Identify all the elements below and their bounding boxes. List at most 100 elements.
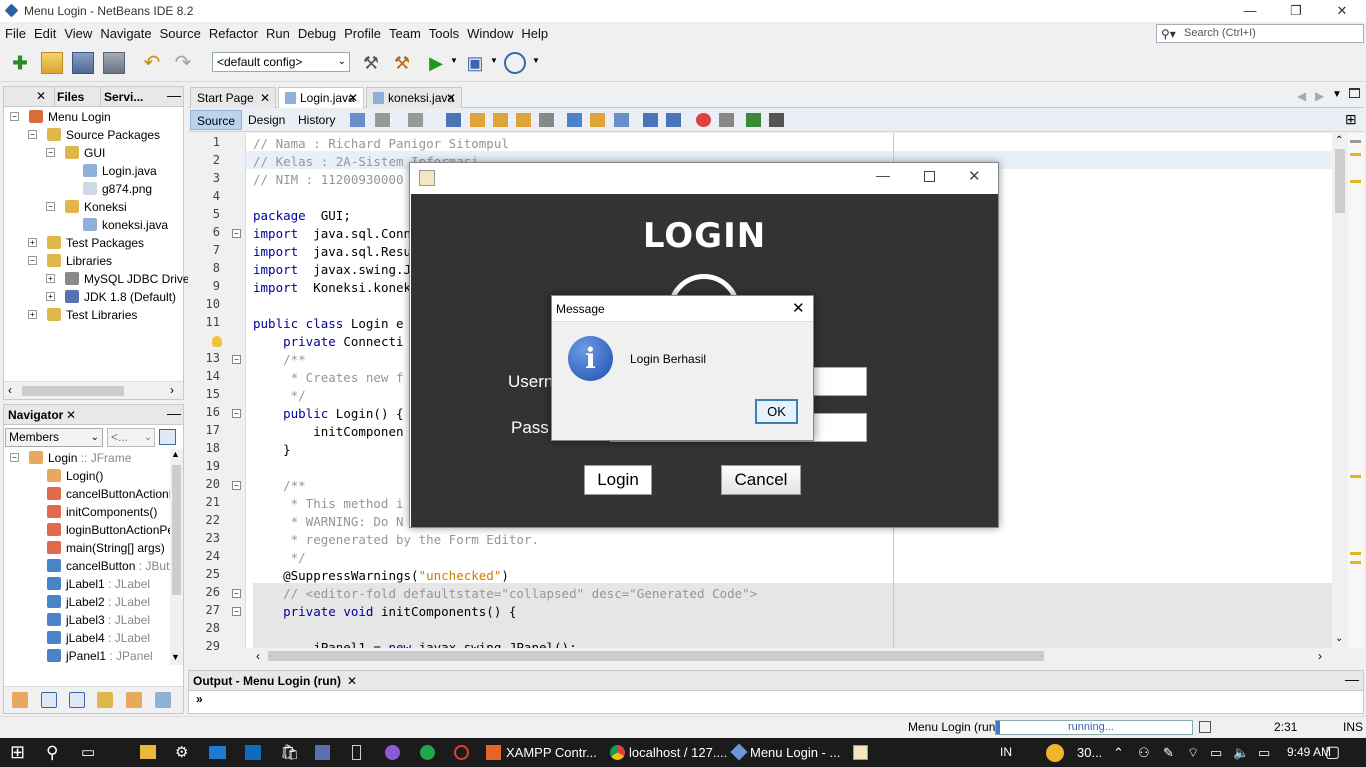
last-edit-icon[interactable] xyxy=(350,113,365,127)
editor-vscrollbar[interactable]: ⌃ ⌄ xyxy=(1332,133,1348,648)
close-output-icon[interactable]: ✕ xyxy=(347,674,357,688)
new-project-icon[interactable] xyxy=(41,52,63,74)
debug-icon[interactable]: ▣ xyxy=(464,52,486,74)
design-view-button[interactable]: Design xyxy=(242,110,291,130)
tab-services[interactable]: Servi... xyxy=(100,87,143,107)
tree-item[interactable]: − Libraries xyxy=(8,252,183,270)
collapse-icon[interactable]: − xyxy=(232,589,241,598)
search-icon[interactable]: ⚲ xyxy=(46,738,58,767)
tree-item[interactable]: Login.java xyxy=(8,162,183,180)
scroll-up-icon[interactable]: ⌃ xyxy=(1335,135,1343,146)
tree-item[interactable]: jLabel2 : JLabel xyxy=(8,593,172,611)
tree-item[interactable]: loginButtonActionPer xyxy=(8,521,172,539)
expand-icon[interactable]: + xyxy=(46,274,55,283)
maximize-editor-icon[interactable] xyxy=(1349,88,1360,98)
navigator-title[interactable]: Navigator xyxy=(8,405,63,425)
chrome-icon[interactable] xyxy=(610,745,625,760)
tree-item[interactable]: + Test Packages xyxy=(8,234,183,252)
tab-login-java[interactable]: Login.java ✕ xyxy=(278,87,364,108)
warning-mark[interactable] xyxy=(1350,475,1361,478)
phone-app-icon[interactable] xyxy=(352,745,361,760)
expand-icon[interactable]: + xyxy=(28,310,37,319)
hint-bulb-icon[interactable] xyxy=(212,336,222,347)
menu-file[interactable]: File xyxy=(1,22,30,46)
tree-item[interactable]: g874.png xyxy=(8,180,183,198)
scroll-tabs-left-icon[interactable]: ◀ xyxy=(1297,89,1306,103)
scroll-right-icon[interactable]: › xyxy=(170,383,174,397)
java-taskbar-icon[interactable] xyxy=(853,745,868,760)
run-icon[interactable]: ▶ xyxy=(425,52,447,74)
stop-macro-icon[interactable] xyxy=(719,113,734,127)
store-icon[interactable]: 🛍 xyxy=(280,738,299,767)
navigator-vscrollbar[interactable]: ▲ ▼ xyxy=(170,449,183,665)
back-icon[interactable] xyxy=(375,113,390,127)
previous-bookmark-icon[interactable] xyxy=(567,113,582,127)
menu-view[interactable]: View xyxy=(60,22,96,46)
menu-debug[interactable]: Debug xyxy=(294,22,340,46)
shift-left-icon[interactable] xyxy=(643,113,658,127)
debug-dropdown-icon[interactable]: ▼ xyxy=(490,56,498,65)
tree-item[interactable]: + Test Libraries xyxy=(8,306,183,324)
menu-navigate[interactable]: Navigate xyxy=(96,22,155,46)
open-project-icon[interactable] xyxy=(72,52,94,74)
menu-source[interactable]: Source xyxy=(156,22,205,46)
app-icon[interactable] xyxy=(385,745,400,760)
new-file-icon[interactable]: ✚ xyxy=(9,52,31,74)
redo-icon[interactable]: ↷ xyxy=(172,52,194,74)
menu-team[interactable]: Team xyxy=(385,22,425,46)
menu-run[interactable]: Run xyxy=(262,22,294,46)
inherited-members-icon[interactable] xyxy=(12,692,28,708)
weather-text[interactable]: 30... xyxy=(1077,738,1102,767)
tab-files[interactable]: Files xyxy=(54,87,84,107)
history-view-button[interactable]: History xyxy=(292,110,341,130)
tree-item[interactable]: jLabel4 : JLabel xyxy=(8,629,172,647)
warning-mark[interactable] xyxy=(1350,180,1361,183)
minimize-button[interactable]: — xyxy=(1227,0,1273,22)
output-tab[interactable]: Output - Menu Login (run) xyxy=(193,671,341,691)
find-next-icon[interactable] xyxy=(493,113,508,127)
profile-icon[interactable] xyxy=(504,52,526,74)
tree-item[interactable]: jLabel1 : JLabel xyxy=(8,575,172,593)
menu-tools[interactable]: Tools xyxy=(425,22,463,46)
config-select[interactable]: <default config> ⌄ xyxy=(212,52,350,72)
tree-item[interactable]: koneksi.java xyxy=(8,216,183,234)
output-actions-icon[interactable]: » xyxy=(196,692,203,706)
scroll-thumb[interactable] xyxy=(22,386,124,396)
close-tab-icon[interactable]: ✕ xyxy=(446,88,456,108)
menu-refactor[interactable]: Refactor xyxy=(205,22,262,46)
cancel-button[interactable]: Cancel xyxy=(721,465,801,495)
scroll-tabs-right-icon[interactable]: ▶ xyxy=(1315,89,1324,103)
notification-icon[interactable]: ▭ xyxy=(1258,738,1270,767)
tree-item[interactable]: cancelButtonActionPe xyxy=(8,485,172,503)
scroll-down-icon[interactable]: ⌄ xyxy=(1335,633,1343,644)
close-projects-tab-icon[interactable]: ✕ xyxy=(36,89,46,103)
warning-mark[interactable] xyxy=(1350,561,1361,564)
filter-select[interactable]: <... ⌄ xyxy=(107,428,155,447)
collapse-icon[interactable]: − xyxy=(232,607,241,616)
scroll-thumb[interactable] xyxy=(172,465,181,595)
taskbar-xampp[interactable]: XAMPP Contr... xyxy=(506,738,597,767)
netbeans-taskbar-icon[interactable] xyxy=(730,743,748,761)
show-fields-icon[interactable] xyxy=(41,692,57,708)
pen-icon[interactable]: ✎ xyxy=(1163,738,1174,767)
tree-item[interactable]: initComponents() xyxy=(8,503,172,521)
task-view-icon[interactable]: ▭ xyxy=(81,738,95,767)
tab-koneksi-java[interactable]: koneksi.java ✕ xyxy=(366,87,462,108)
tab-start-page[interactable]: Start Page ✕ xyxy=(190,87,276,108)
start-icon[interactable]: ⊞ xyxy=(10,738,25,767)
outlook-icon[interactable] xyxy=(245,745,261,760)
collapse-icon[interactable]: − xyxy=(46,148,55,157)
source-view-button[interactable]: Source xyxy=(190,110,243,130)
close-tab-icon[interactable]: ✕ xyxy=(260,88,270,108)
scroll-thumb[interactable] xyxy=(268,651,1044,661)
menu-window[interactable]: Window xyxy=(463,22,517,46)
members-select[interactable]: Members ⌄ xyxy=(5,428,103,447)
scroll-left-icon[interactable]: ‹ xyxy=(8,383,12,397)
search-input[interactable]: ⚲▾ Search (Ctrl+I) xyxy=(1156,24,1364,43)
expand-icon[interactable]: + xyxy=(46,292,55,301)
collapse-icon[interactable]: − xyxy=(28,130,37,139)
xampp-icon[interactable] xyxy=(486,745,501,760)
tree-item[interactable]: − Login :: JFrame xyxy=(8,449,172,467)
cancel-process-icon[interactable] xyxy=(1199,721,1211,733)
toggle-highlight-icon[interactable] xyxy=(516,113,531,127)
